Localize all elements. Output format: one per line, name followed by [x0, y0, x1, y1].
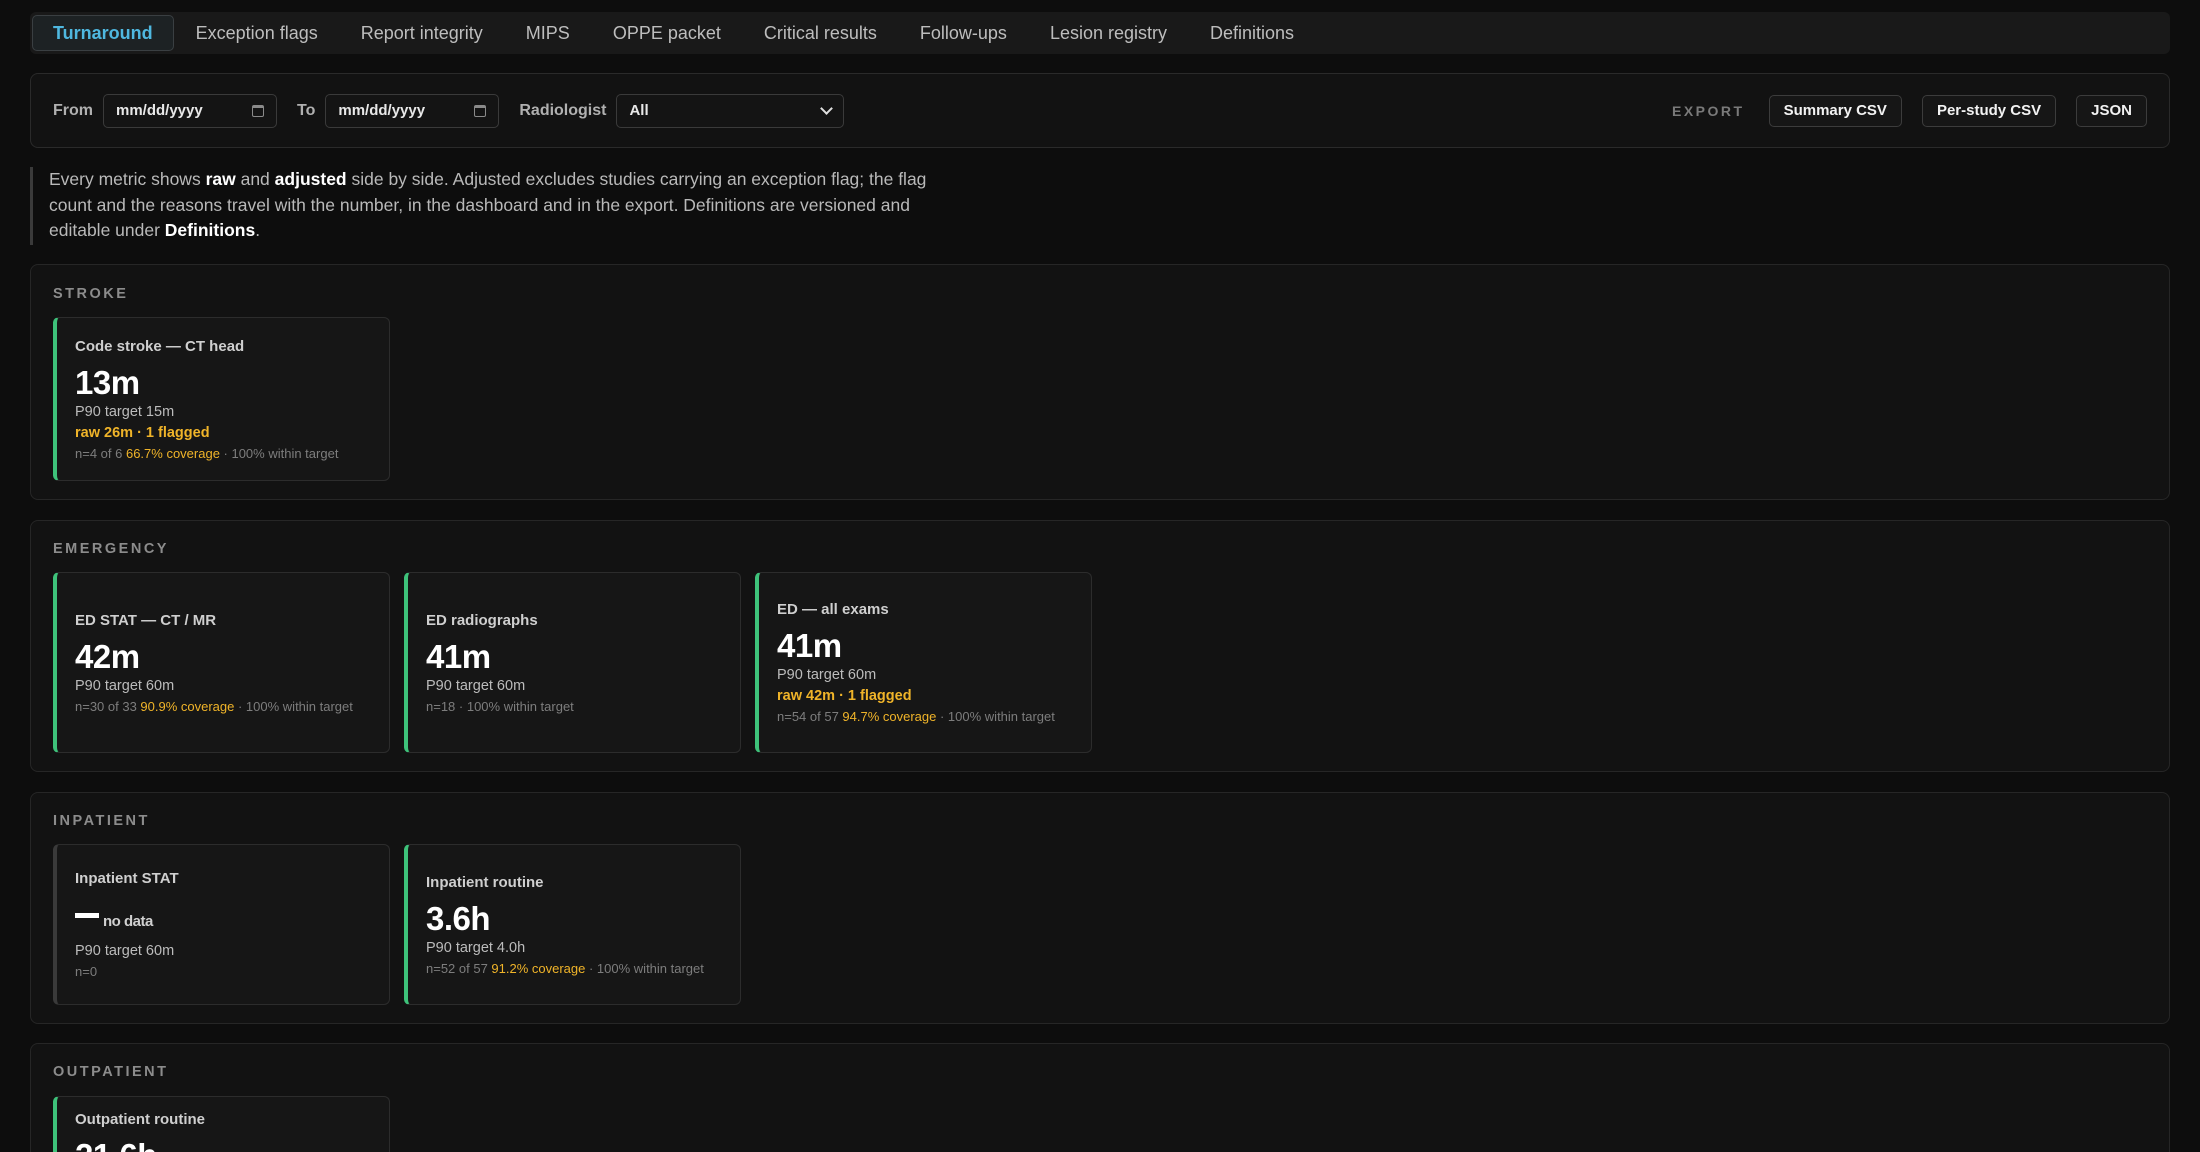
- from-date-value: mm/dd/yyyy: [116, 102, 203, 119]
- card-target: P90 target 60m: [426, 677, 526, 694]
- card-title: Inpatient routine: [426, 873, 544, 891]
- card-target: P90 target 60m: [777, 667, 877, 683]
- intro-note: Every metric shows raw and adjusted side…: [30, 167, 930, 245]
- card-target: P90 target 15m: [75, 403, 175, 420]
- section-stroke: STROKE Code stroke — CT head 13m P90 tar…: [30, 264, 2170, 500]
- section-title: EMERGENCY: [53, 541, 169, 557]
- card-meta: n=4 of 6 66.7% coverage · 100% within ta…: [75, 446, 371, 461]
- note-raw-term: raw: [205, 169, 236, 189]
- json-button[interactable]: JSON: [2076, 94, 2147, 127]
- card-within-target: · 100% within target: [219, 445, 339, 461]
- filter-bar: From mm/dd/yyyy To mm/dd/yyyy Radiologis…: [30, 73, 2170, 148]
- card-n-count: n=30 of 33: [75, 698, 141, 714]
- radiologist-label: Radiologist: [519, 101, 607, 119]
- card-title: Code stroke — CT head: [75, 337, 245, 355]
- metric-card-inpatient-routine[interactable]: Inpatient routine 3.6h P90 target 4.0h n…: [404, 844, 741, 1005]
- card-within-target: · 100% within target: [585, 960, 704, 976]
- card-n-count: n=52 of 57: [426, 960, 492, 976]
- to-date-value: mm/dd/yyyy: [338, 102, 426, 119]
- card-coverage: 91.2% coverage: [491, 960, 586, 976]
- calendar-icon[interactable]: [252, 104, 264, 117]
- card-title: ED STAT — CT / MR: [75, 611, 217, 629]
- from-label: From: [53, 101, 93, 119]
- card-title: Outpatient routine: [75, 1111, 205, 1128]
- to-date-input[interactable]: mm/dd/yyyy: [325, 93, 500, 128]
- note-definitions-link[interactable]: Definitions: [165, 220, 255, 240]
- tab-turnaround[interactable]: Turnaround: [32, 15, 174, 51]
- card-meta: n=0: [75, 964, 371, 979]
- section-outpatient: OUTPATIENT Outpatient routine 21.6h: [30, 1043, 2170, 1152]
- radiologist-selected-value: All: [629, 102, 649, 119]
- card-title: ED — all exams: [777, 601, 889, 618]
- section-emergency: EMERGENCY ED STAT — CT / MR 42m P90 targ…: [30, 520, 2170, 772]
- tab-exception-flags[interactable]: Exception flags: [175, 15, 339, 51]
- card-meta: n=30 of 33 90.9% coverage · 100% within …: [75, 699, 371, 714]
- card-meta: n=54 of 57 94.7% coverage · 100% within …: [777, 709, 1073, 724]
- card-n-count: n=4 of 6: [75, 445, 126, 461]
- card-value: 42m: [75, 637, 140, 675]
- metric-card-ed-radiographs[interactable]: ED radiographs 41m P90 target 60m n=18 ·…: [404, 572, 741, 753]
- metric-card-ed-stat[interactable]: ED STAT — CT / MR 42m P90 target 60m n=3…: [53, 572, 390, 753]
- note-text: Every metric shows: [49, 169, 206, 189]
- card-value: 13m: [75, 363, 140, 401]
- tab-bar: Turnaround Exception flags Report integr…: [30, 12, 2170, 54]
- tab-oppe-packet[interactable]: OPPE packet: [592, 15, 742, 51]
- card-within-target: · 100% within target: [936, 709, 1055, 724]
- card-target: P90 target 60m: [75, 677, 175, 694]
- card-within-target: · 100% within target: [234, 698, 353, 714]
- metric-card-ed-all-exams[interactable]: ED — all exams 41m P90 target 60m raw 42…: [755, 572, 1092, 753]
- tab-mips[interactable]: MIPS: [505, 15, 591, 51]
- card-value: 41m: [426, 637, 491, 675]
- card-coverage: 66.7% coverage: [125, 445, 220, 461]
- summary-csv-button[interactable]: Summary CSV: [1768, 94, 1902, 127]
- metric-card-code-stroke[interactable]: Code stroke — CT head 13m P90 target 15m…: [53, 317, 390, 481]
- section-title: OUTPATIENT: [53, 1064, 169, 1080]
- card-coverage: 90.9% coverage: [140, 698, 235, 714]
- no-data-dash-icon: [75, 912, 99, 918]
- card-meta: n=18 · 100% within target: [426, 699, 722, 714]
- card-n-count: n=54 of 57: [777, 709, 843, 724]
- section-title: INPATIENT: [53, 813, 150, 829]
- per-study-csv-button[interactable]: Per-study CSV: [1921, 94, 2057, 127]
- card-value: 21.6h: [75, 1138, 371, 1152]
- card-target: P90 target 4.0h: [426, 939, 526, 956]
- note-adjusted-term: adjusted: [274, 169, 347, 189]
- from-date-input[interactable]: mm/dd/yyyy: [103, 93, 277, 128]
- card-raw-flagged: raw 42m · 1 flagged: [777, 688, 912, 704]
- card-target: P90 target 60m: [75, 943, 175, 959]
- note-text: and: [235, 169, 275, 189]
- card-meta: n=52 of 57 91.2% coverage · 100% within …: [426, 961, 722, 976]
- section-inpatient: INPATIENT Inpatient STAT no data P90 tar…: [30, 792, 2170, 1024]
- metric-card-outpatient-routine[interactable]: Outpatient routine 21.6h: [53, 1096, 390, 1152]
- card-coverage: 94.7% coverage: [842, 709, 937, 724]
- metric-card-inpatient-stat[interactable]: Inpatient STAT no data P90 target 60m n=…: [53, 844, 390, 1005]
- card-n-count: n=0: [75, 964, 98, 979]
- card-title: ED radiographs: [426, 611, 538, 629]
- calendar-icon[interactable]: [474, 104, 487, 117]
- tab-lesion-registry[interactable]: Lesion registry: [1029, 15, 1188, 51]
- tab-report-integrity[interactable]: Report integrity: [340, 15, 504, 51]
- export-label: EXPORT: [1671, 102, 1745, 119]
- card-value: 41m: [777, 627, 842, 664]
- chevron-down-icon: [820, 101, 834, 115]
- note-text: .: [255, 220, 261, 240]
- card-value: no data: [75, 897, 371, 940]
- card-n-count: n=18 · 100% within target: [426, 698, 574, 714]
- section-title: STROKE: [53, 286, 129, 302]
- tab-definitions[interactable]: Definitions: [1189, 15, 1315, 51]
- to-label: To: [297, 101, 316, 119]
- card-raw-flagged: raw 26m · 1 flagged: [75, 424, 210, 441]
- radiologist-select[interactable]: All: [616, 93, 845, 128]
- export-group: EXPORT Summary CSV Per-study CSV JSON: [1671, 94, 2169, 127]
- card-value: 3.6h: [426, 899, 491, 937]
- tab-critical-results[interactable]: Critical results: [743, 15, 898, 51]
- card-title: Inpatient STAT: [75, 870, 179, 887]
- no-data-label: no data: [103, 913, 153, 930]
- tab-follow-ups[interactable]: Follow-ups: [899, 15, 1028, 51]
